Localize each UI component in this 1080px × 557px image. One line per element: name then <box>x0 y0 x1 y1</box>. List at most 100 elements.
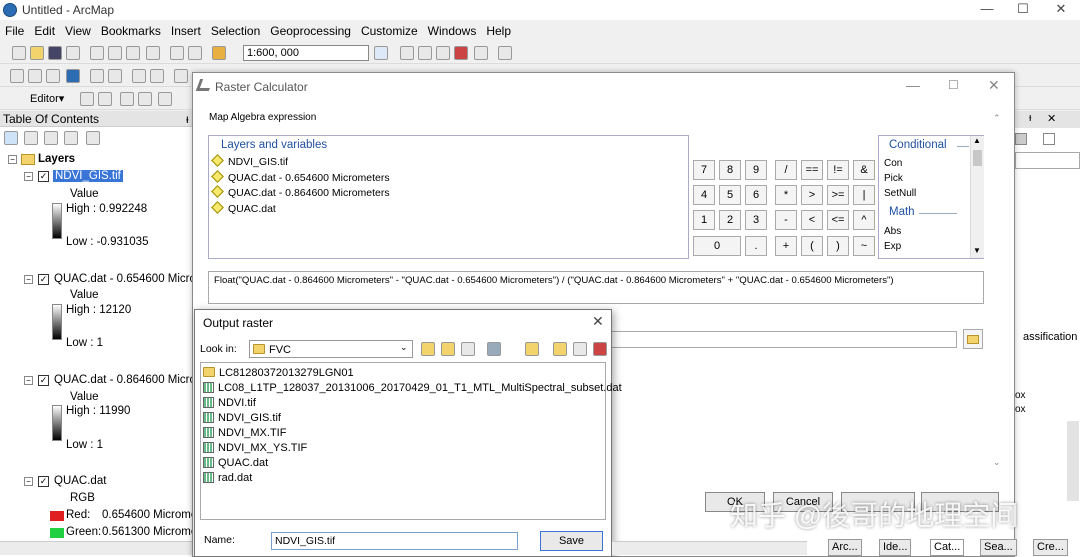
select-features-icon[interactable] <box>174 69 188 83</box>
catalog-options-icon[interactable] <box>1043 133 1055 145</box>
calc-button-5[interactable]: 5 <box>719 185 741 205</box>
output-raster-path-input[interactable] <box>611 331 957 348</box>
layer-visibility-checkbox[interactable]: ✓ <box>38 171 49 182</box>
zoom-out-icon[interactable] <box>28 69 42 83</box>
list-by-visibility-icon[interactable] <box>44 131 58 145</box>
calc-button-decimal[interactable]: . <box>745 236 767 256</box>
map-horizontal-scrollbar[interactable] <box>612 541 807 555</box>
tool-item-abs[interactable]: Abs <box>884 226 901 237</box>
python-window-icon[interactable] <box>474 46 488 60</box>
file-item-folder[interactable]: LC81280372013279LGN01 <box>203 367 354 379</box>
arctoolbox-icon[interactable] <box>454 46 468 60</box>
toolbox-icon[interactable] <box>593 342 607 356</box>
layer-visibility-checkbox[interactable]: ✓ <box>38 375 49 386</box>
print-icon[interactable] <box>66 46 80 60</box>
taskbar-arctoolbox[interactable]: Arc... <box>828 539 862 556</box>
calc-button-multiply[interactable]: * <box>775 185 797 205</box>
save-icon[interactable] <box>48 46 62 60</box>
pan-icon[interactable] <box>46 69 60 83</box>
calc-button-and[interactable]: & <box>853 160 875 180</box>
layer-name-quac[interactable]: QUAC.dat <box>54 475 106 487</box>
home-folder-icon[interactable] <box>441 342 455 356</box>
calc-button-1[interactable]: 1 <box>693 210 715 230</box>
pin-icon[interactable]: ᵻ <box>1029 112 1031 124</box>
layer-variable-item[interactable]: NDVI_GIS.tif <box>209 154 288 168</box>
menu-help[interactable]: Help <box>481 21 516 41</box>
menu-edit[interactable]: Edit <box>29 21 60 41</box>
layer-collapse-icon[interactable]: − <box>24 376 33 385</box>
calc-button-8[interactable]: 8 <box>719 160 741 180</box>
list-by-drawing-order-icon[interactable] <box>4 131 18 145</box>
tools-list[interactable]: Conditional Con Pick SetNull Math Abs Ex… <box>878 135 984 259</box>
tool-item-pick[interactable]: Pick <box>884 173 903 184</box>
zoom-in-icon[interactable] <box>10 69 24 83</box>
tool-item-exp[interactable]: Exp <box>884 241 901 252</box>
catalog-location-select[interactable] <box>1015 152 1080 169</box>
layer-variable-item[interactable]: QUAC.dat <box>209 201 276 215</box>
table-of-contents-icon[interactable] <box>400 46 414 60</box>
fixed-zoom-out-icon[interactable] <box>108 69 122 83</box>
map-scale-select[interactable]: 1:600, 000 <box>243 45 369 61</box>
toc-horizontal-scrollbar[interactable] <box>0 541 195 555</box>
forward-extent-icon[interactable] <box>150 69 164 83</box>
file-item[interactable]: NDVI.tif <box>203 397 256 409</box>
menu-windows[interactable]: Windows <box>423 21 482 41</box>
calc-button-not[interactable]: ~ <box>853 236 875 256</box>
toc-options-icon[interactable] <box>86 131 100 145</box>
catalog-tool-icon[interactable] <box>1015 133 1027 145</box>
file-item[interactable]: NDVI_MX.TIF <box>203 427 286 439</box>
tools-scrollbar[interactable]: ▲ ▼ <box>970 136 984 258</box>
calc-button-not-equal[interactable]: != <box>827 160 849 180</box>
open-folder-icon[interactable] <box>30 46 44 60</box>
calc-button-6[interactable]: 6 <box>745 185 767 205</box>
calc-button-or[interactable]: | <box>853 185 875 205</box>
delete-icon[interactable] <box>146 46 160 60</box>
scroll-down-icon[interactable]: ▼ <box>973 246 981 255</box>
layer-name-ndvi-gis[interactable]: NDVI_GIS.tif <box>53 170 123 182</box>
cut-icon[interactable] <box>90 46 104 60</box>
calc-button-3[interactable]: 3 <box>745 210 767 230</box>
calc-button-minus[interactable]: - <box>775 210 797 230</box>
maximize-button[interactable]: ☐ <box>1008 1 1038 19</box>
menu-file[interactable]: File <box>0 21 29 41</box>
close-icon[interactable]: ✕ <box>1047 112 1056 125</box>
file-item[interactable]: LC08_L1TP_128037_20131006_20170429_01_T1… <box>203 382 622 394</box>
layer-variable-item[interactable]: QUAC.dat - 0.864600 Micrometers <box>209 185 390 199</box>
taskbar-catalog[interactable]: Cat... <box>930 539 965 556</box>
redo-icon[interactable] <box>188 46 202 60</box>
layer-collapse-icon[interactable]: − <box>24 172 33 181</box>
calc-button-divide[interactable]: / <box>775 160 797 180</box>
calc-button-0[interactable]: 0 <box>693 236 741 256</box>
calc-button-less-equal[interactable]: <= <box>827 210 849 230</box>
add-data-icon[interactable] <box>212 46 226 60</box>
editor-toolbar-icon[interactable] <box>374 46 388 60</box>
calc-button-plus[interactable]: + <box>775 236 797 256</box>
new-folder-icon[interactable] <box>525 342 539 356</box>
new-document-icon[interactable] <box>12 46 26 60</box>
menu-bookmarks[interactable]: Bookmarks <box>96 21 166 41</box>
list-by-selection-icon[interactable] <box>64 131 78 145</box>
trace-icon[interactable] <box>158 92 172 106</box>
layer-variable-item[interactable]: QUAC.dat - 0.654600 Micrometers <box>209 170 390 184</box>
menu-geoprocessing[interactable]: Geoprocessing <box>265 21 356 41</box>
calc-button-equal[interactable]: == <box>801 160 823 180</box>
layer-name-quac-0864[interactable]: QUAC.dat - 0.864600 Micro <box>54 374 196 386</box>
editor-menu[interactable]: Editor▾ <box>30 92 64 105</box>
layers-variables-list[interactable]: Layers and variables NDVI_GIS.tif QUAC.d… <box>208 135 689 259</box>
model-builder-icon[interactable] <box>498 46 512 60</box>
layer-visibility-checkbox[interactable]: ✓ <box>38 476 49 487</box>
search-window-icon[interactable] <box>436 46 450 60</box>
connect-folder-icon[interactable] <box>461 342 475 356</box>
pin-icon[interactable]: ᵻ <box>186 112 189 126</box>
full-extent-icon[interactable] <box>66 69 80 83</box>
expression-textbox[interactable]: Float("QUAC.dat - 0.864600 Micrometers" … <box>208 271 984 304</box>
undo-icon[interactable] <box>170 46 184 60</box>
calc-button-9[interactable]: 9 <box>745 160 767 180</box>
maximize-button[interactable]: ☐ <box>948 78 959 92</box>
close-button[interactable]: ✕ <box>592 313 604 330</box>
taskbar-create-features[interactable]: Cre... <box>1033 539 1068 556</box>
scroll-up-icon[interactable]: ▲ <box>973 136 981 145</box>
catalog-scrollbar[interactable] <box>1067 421 1079 501</box>
calc-button-greater[interactable]: > <box>801 185 823 205</box>
back-extent-icon[interactable] <box>132 69 146 83</box>
